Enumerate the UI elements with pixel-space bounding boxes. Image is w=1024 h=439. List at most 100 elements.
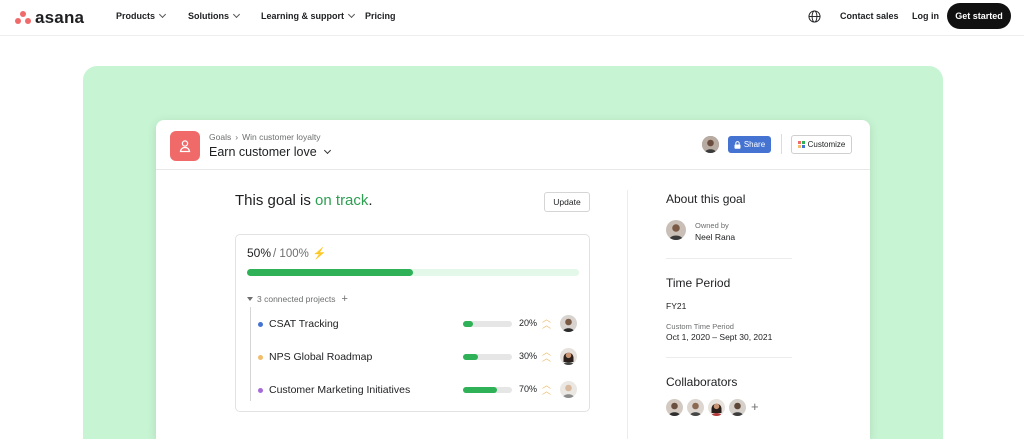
double-chevron-up-icon: ︿ ︿: [542, 314, 552, 330]
collaborators-heading: Collaborators: [666, 375, 738, 389]
project-color-dot: [258, 354, 263, 360]
time-period-heading: Time Period: [666, 276, 731, 290]
collaborator-avatar[interactable]: [729, 399, 746, 416]
breadcrumb: Goals › Win customer loyalty: [209, 132, 320, 142]
nav-pricing-label: Pricing: [365, 11, 396, 21]
project-progress-fill: [463, 354, 478, 360]
avatar[interactable]: [560, 381, 577, 398]
card-header: Goals › Win customer loyalty Earn custom…: [156, 120, 870, 170]
project-row[interactable]: CSAT Tracking 20% ︿ ︿: [258, 314, 580, 334]
add-collaborator-icon[interactable]: +: [751, 399, 759, 414]
avatar-image: [702, 136, 719, 153]
avatar[interactable]: [560, 348, 577, 365]
project-progress-bar: [463, 321, 512, 327]
nav-solutions-label: Solutions: [188, 11, 229, 21]
project-color-dot: [258, 387, 263, 393]
nav-learning-label: Learning & support: [261, 11, 344, 21]
project-progress-value: 30%: [519, 351, 538, 361]
share-button[interactable]: Share: [728, 136, 771, 153]
nav-products-label: Products: [116, 11, 156, 21]
nav-pricing[interactable]: Pricing: [365, 11, 396, 21]
progress-target: / 100%: [273, 248, 309, 260]
avatar-image: [729, 399, 746, 416]
connected-projects-toggle[interactable]: 3 connected projects +: [247, 293, 348, 305]
lock-icon: [734, 140, 741, 149]
owner-avatar[interactable]: [666, 220, 686, 240]
logo-text: asana: [35, 8, 85, 27]
project-progress-fill: [463, 321, 473, 327]
chevron-down-icon: [158, 10, 167, 19]
project-progress-value: 20%: [519, 318, 538, 328]
breadcrumb-goals[interactable]: Goals: [209, 132, 231, 142]
collaborator-avatar[interactable]: [708, 399, 725, 416]
project-progress-bar: [463, 354, 512, 360]
customize-label: Customize: [807, 140, 846, 149]
avatar[interactable]: [702, 136, 719, 153]
avatar-image: [560, 348, 577, 365]
avatar-image: [560, 381, 577, 398]
chevron-right-icon: ›: [235, 132, 239, 142]
chevron-down-icon: [232, 10, 241, 19]
log-in-link[interactable]: Log in: [912, 11, 939, 21]
avatar-image: [708, 399, 725, 416]
avatar[interactable]: [560, 315, 577, 332]
project-name: CSAT Tracking: [269, 318, 339, 330]
breadcrumb-parent-goal[interactable]: Win customer loyalty: [242, 132, 320, 142]
top-nav: asana Products Solutions Learning & supp…: [0, 0, 1024, 36]
progress-value: 50%: [247, 246, 272, 260]
share-label: Share: [743, 140, 766, 149]
nav-products[interactable]: Products: [116, 10, 167, 21]
project-progress-value: 70%: [519, 384, 538, 394]
person-icon: [179, 140, 191, 153]
double-chevron-up-icon: ︿ ︿: [542, 347, 552, 363]
goal-title[interactable]: Earn customer love: [209, 145, 331, 159]
caret-down-icon: [247, 297, 253, 301]
column-divider: [627, 190, 628, 439]
contact-sales-link[interactable]: Contact sales: [840, 11, 899, 21]
avatar-image: [666, 220, 686, 240]
project-progress-bar: [463, 387, 512, 393]
chevron-down-icon: [323, 146, 331, 155]
status-prefix: This goal is: [235, 192, 316, 209]
nav-learning-support[interactable]: Learning & support: [261, 10, 356, 21]
asana-logo-icon: [15, 11, 31, 25]
divider: [666, 357, 792, 358]
owned-by-label: Owned by: [695, 221, 729, 230]
asana-logo[interactable]: asana: [15, 8, 84, 28]
owner-name[interactable]: Neel Rana: [695, 232, 735, 242]
nav-solutions[interactable]: Solutions: [188, 10, 241, 21]
update-button[interactable]: Update: [544, 192, 590, 212]
project-row[interactable]: Customer Marketing Initiatives 70% ︿ ︿: [258, 380, 580, 400]
globe-icon[interactable]: [808, 10, 821, 23]
goal-title-text: Earn customer love: [209, 145, 317, 159]
customize-icon: [797, 141, 805, 148]
avatar-image: [666, 399, 683, 416]
collaborator-avatar[interactable]: [687, 399, 704, 416]
goal-icon: [170, 131, 200, 161]
add-icon[interactable]: +: [341, 293, 347, 305]
custom-period-label: Custom Time Period: [666, 322, 734, 331]
avatar-image: [560, 315, 577, 332]
lightning-icon: ⚡: [312, 248, 327, 260]
divider: [781, 134, 782, 154]
collaborator-avatar[interactable]: [666, 399, 683, 416]
project-row[interactable]: NPS Global Roadmap 30% ︿ ︿: [258, 347, 580, 367]
customize-button[interactable]: Customize: [791, 135, 852, 154]
project-name: Customer Marketing Initiatives: [269, 384, 411, 396]
status-suffix: .: [368, 192, 373, 209]
goal-progress-bar: [247, 269, 579, 276]
divider: [666, 258, 792, 259]
custom-period-range: Oct 1, 2020 – Sept 30, 2021: [666, 332, 773, 342]
time-period-value: FY21: [666, 301, 687, 311]
progress-summary: 50% / 100% ⚡: [247, 246, 327, 260]
about-goal-heading: About this goal: [666, 192, 746, 206]
tree-connector: [250, 307, 251, 401]
get-started-button[interactable]: Get started: [947, 3, 1011, 29]
project-color-dot: [258, 321, 263, 327]
progress-panel: 50% / 100% ⚡ 3 connected projects + CSAT…: [235, 234, 590, 412]
project-progress-fill: [463, 387, 498, 393]
double-chevron-up-icon: ︿ ︿: [542, 380, 552, 396]
connected-projects-label: 3 connected projects: [257, 294, 336, 304]
avatar-image: [687, 399, 704, 416]
goal-progress-fill: [247, 269, 413, 276]
